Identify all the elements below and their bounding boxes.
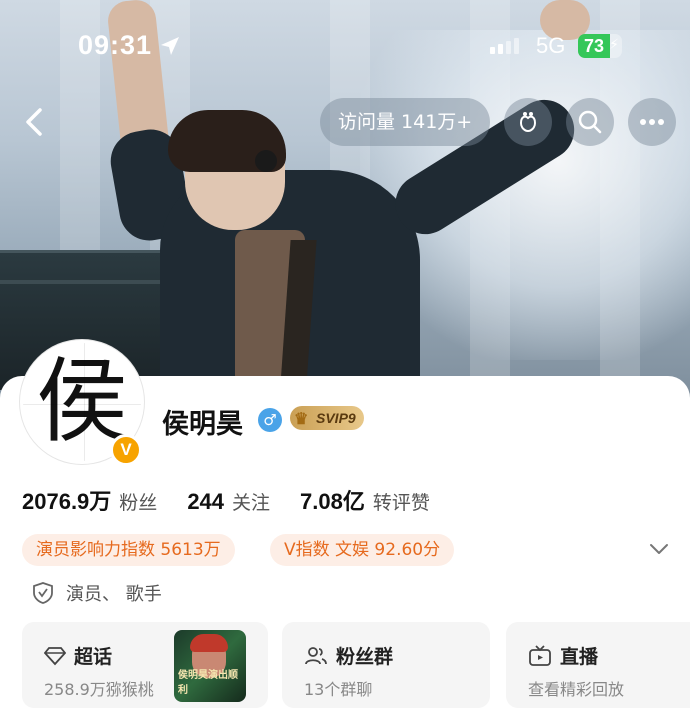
stats-row: 2076.9万 粉丝 244 关注 7.08亿 转评赞 [22, 484, 430, 516]
live-tv-icon [529, 644, 551, 666]
supertopic-count: 258.9万猕猴桃 [44, 680, 154, 699]
signal-icon [490, 38, 519, 54]
thumb-caption: 侯明昊演出顺利 [178, 670, 238, 696]
svip-badge[interactable]: ♛ SVIP9 [290, 406, 364, 430]
diamond-icon [44, 646, 66, 665]
live-subtitle: 查看精彩回放 [528, 680, 625, 699]
fan-group-title: 粉丝群 [304, 642, 393, 669]
supertopic-thumbnail: 侯明昊演出顺利 [174, 630, 246, 702]
live-label: 直播 [560, 646, 599, 668]
supertopic-title: 超话 [44, 642, 112, 669]
avatar-guide-line [84, 343, 85, 461]
following-count[interactable]: 244 [187, 489, 224, 515]
crown-icon: ♛ [294, 411, 309, 428]
male-icon: ♂ [258, 408, 282, 432]
supertopic-tile[interactable]: 超话 258.9万猕猴桃 侯明昊演出顺利 [22, 622, 268, 708]
battery-indicator: 73 ⚡ [578, 34, 622, 58]
supertopic-label: 超话 [74, 646, 113, 668]
battery-level: 73 [584, 35, 605, 56]
verified-badge: V [110, 434, 142, 466]
location-arrow-icon [161, 37, 179, 55]
avatar-calligraphy: 侯 [35, 348, 128, 455]
status-time: 09:31 [78, 30, 153, 60]
following-label[interactable]: 关注 [232, 488, 270, 515]
thumb-hair [190, 634, 228, 652]
pet-button[interactable] [504, 98, 552, 146]
pet-icon [519, 112, 537, 133]
profile-name: 侯明昊 [162, 409, 243, 440]
headphone [255, 150, 277, 172]
interactions-label: 转评赞 [372, 492, 430, 514]
chevron-down-icon[interactable] [648, 538, 670, 560]
interactions-count: 7.08亿 [300, 489, 365, 514]
influence-index-pill[interactable]: 演员影响力指数 5613万 [22, 534, 235, 566]
people-icon [305, 646, 327, 664]
profession-row: 演员、 歌手 [32, 580, 162, 606]
profession-text: 演员、 歌手 [66, 584, 162, 605]
more-icon [640, 119, 664, 125]
back-chevron-icon[interactable] [18, 104, 54, 140]
shield-icon [33, 582, 53, 604]
v-index-pill[interactable]: V指数 文娱 92.60分 [270, 534, 455, 566]
fan-group-count: 13个群聊 [304, 680, 373, 699]
followers-label[interactable]: 粉丝 [119, 488, 157, 515]
status-bar: 09:31 5G 73 ⚡ [0, 0, 690, 80]
visits-counter[interactable]: 访问量 141万+ [320, 98, 491, 146]
svip-label: SVIP9 [316, 410, 356, 426]
live-tile[interactable]: 直播 查看精彩回放 [506, 622, 690, 708]
network-type: 5G [536, 33, 566, 58]
profile-screen: 09:31 5G 73 ⚡ 访问量 141万+ 侯 V 侯明昊 ♂ ♛ SVIP… [0, 0, 690, 714]
fan-group-tile[interactable]: 粉丝群 13个群聊 [282, 622, 490, 708]
charging-icon: ⚡ [609, 37, 619, 53]
search-icon [578, 110, 602, 134]
followers-count[interactable]: 2076.9万 [22, 484, 111, 516]
avatar-guide-line [23, 404, 141, 405]
search-button[interactable] [566, 98, 614, 146]
live-title: 直播 [528, 642, 598, 669]
fan-group-label: 粉丝群 [336, 646, 394, 668]
more-button[interactable] [628, 98, 676, 146]
